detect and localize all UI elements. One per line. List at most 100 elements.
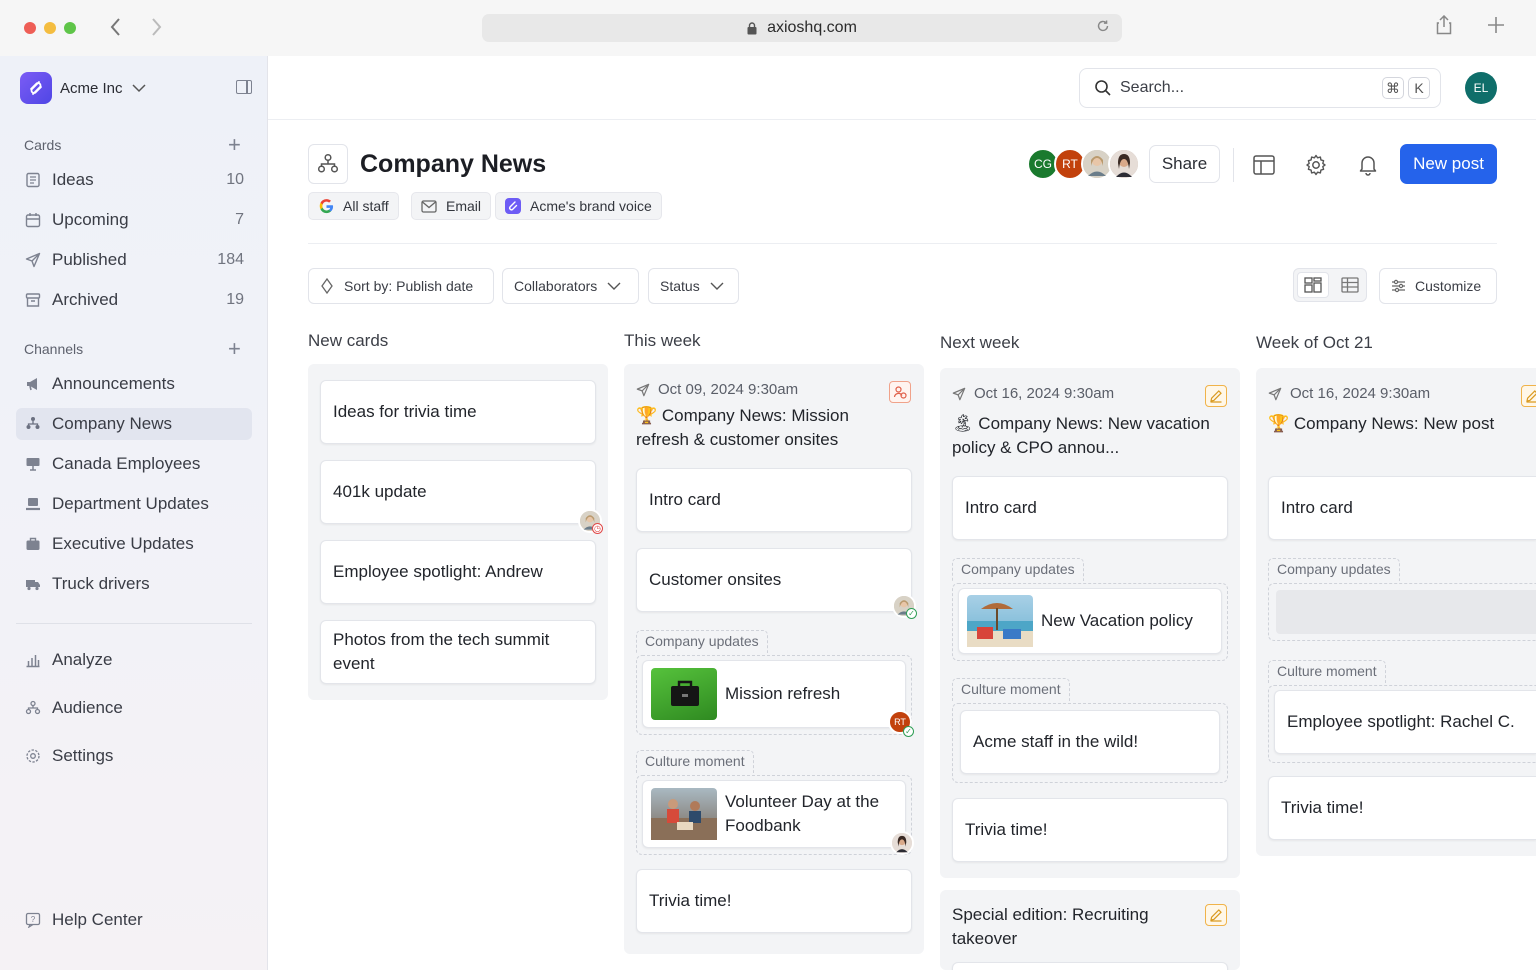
help-center-link[interactable]: ? Help Center xyxy=(16,904,252,936)
close-window-button[interactable] xyxy=(24,22,36,34)
assign-user-icon[interactable] xyxy=(889,381,911,403)
sidebar-item-upcoming[interactable]: Upcoming 7 xyxy=(16,204,252,236)
post-card[interactable]: Mission refresh xyxy=(642,660,906,728)
channels-section-title: Channels xyxy=(24,341,84,357)
table-view-icon[interactable] xyxy=(1334,272,1366,298)
back-icon[interactable] xyxy=(108,16,130,40)
edit-pencil-icon[interactable] xyxy=(1521,385,1536,407)
share-page-icon[interactable] xyxy=(1436,14,1452,42)
idea-card[interactable]: Employee spotlight: Andrew xyxy=(320,540,596,604)
post-card[interactable] xyxy=(952,962,1228,970)
post-card[interactable]: New Vacation policy xyxy=(958,588,1222,654)
post-card[interactable]: Volunteer Day at the Foodbank xyxy=(642,780,906,848)
briefcase-icon xyxy=(24,535,42,553)
sidebar-item-announcements[interactable]: Announcements xyxy=(16,368,252,400)
sidebar-item-truck-drivers[interactable]: Truck drivers xyxy=(16,568,252,600)
collaborator-photo-avatar[interactable] xyxy=(1108,148,1140,180)
gear-icon xyxy=(24,747,42,765)
sidebar-item-canada-employees[interactable]: Canada Employees xyxy=(16,448,252,480)
post-card[interactable]: Customer onsites xyxy=(636,548,912,612)
delivery-chip[interactable]: Email xyxy=(411,192,492,220)
post-card[interactable]: Acme staff in the wild! xyxy=(960,710,1220,774)
post-card-label: Volunteer Day at the Foodbank xyxy=(725,792,880,835)
customize-label: Customize xyxy=(1415,278,1482,294)
post-card-label: Mission refresh xyxy=(725,684,841,703)
post-title[interactable]: 🏆 Company News: Mission refresh & custom… xyxy=(636,404,896,452)
layout-icon[interactable] xyxy=(1251,152,1277,178)
group-label: Company updates xyxy=(952,558,1084,581)
sidebar-item-label: Announcements xyxy=(52,374,175,393)
post-card[interactable]: Trivia time! xyxy=(1268,776,1536,840)
sidebar-item-settings[interactable]: Settings xyxy=(16,740,252,772)
sidebar-item-executive-updates[interactable]: Executive Updates xyxy=(16,528,252,560)
post-title[interactable]: Special edition: Recruiting takeover xyxy=(952,903,1182,951)
post-card[interactable]: Intro card xyxy=(636,468,912,532)
forward-icon[interactable] xyxy=(150,16,172,40)
sidebar-item-count: 184 xyxy=(217,251,244,268)
edit-pencil-icon[interactable] xyxy=(1205,385,1227,407)
chevron-down-icon xyxy=(607,278,621,294)
idea-card[interactable]: Photos from the tech summit event xyxy=(320,620,596,684)
post-card[interactable]: Intro card xyxy=(952,476,1228,540)
url-bar[interactable]: axioshq.com xyxy=(482,14,1122,42)
post-card[interactable]: Trivia time! xyxy=(952,798,1228,862)
sidebar-item-ideas[interactable]: Ideas 10 xyxy=(16,164,252,196)
sort-dropdown[interactable]: Sort by: Publish date xyxy=(308,268,494,304)
post-title[interactable]: 🏝 Company News: New vacation policy & CP… xyxy=(952,412,1214,460)
status-filter[interactable]: Status xyxy=(648,268,739,304)
send-icon xyxy=(1268,387,1282,401)
idea-card[interactable]: Ideas for trivia time xyxy=(320,380,596,444)
maximize-window-button[interactable] xyxy=(64,22,76,34)
sidebar-item-analyze[interactable]: Analyze xyxy=(16,644,252,676)
chip-label: All staff xyxy=(343,198,389,214)
laptop-icon xyxy=(24,495,42,513)
brand-voice-chip[interactable]: Acme's brand voice xyxy=(495,192,662,220)
sidebar-item-department-updates[interactable]: Department Updates xyxy=(16,488,252,520)
svg-text:?: ? xyxy=(31,915,36,924)
idea-card[interactable]: 401k update xyxy=(320,460,596,524)
sidebar-item-archived[interactable]: Archived 19 xyxy=(16,284,252,316)
search-input[interactable]: Search... ⌘ K xyxy=(1079,68,1441,108)
sidebar-item-count: 7 xyxy=(235,211,244,228)
sidebar-item-count: 19 xyxy=(226,291,244,308)
user-avatar[interactable]: EL xyxy=(1465,72,1497,104)
settings-gear-icon[interactable] xyxy=(1303,152,1329,178)
shortcut-k-key: K xyxy=(1408,77,1430,99)
board-view-icon[interactable] xyxy=(1297,272,1329,298)
new-tab-icon[interactable] xyxy=(1486,14,1506,42)
minimize-window-button[interactable] xyxy=(44,22,56,34)
post-card[interactable]: Employee spotlight: Rachel C. xyxy=(1274,690,1536,754)
bell-icon[interactable] xyxy=(1355,152,1381,178)
sidebar-collapse-icon[interactable] xyxy=(236,80,252,94)
column-title-next-week: Next week xyxy=(940,333,1020,352)
search-icon xyxy=(1094,79,1112,97)
post-card-label: New Vacation policy xyxy=(1041,611,1193,630)
audience-chip[interactable]: All staff xyxy=(308,192,399,220)
edit-pencil-icon[interactable] xyxy=(1205,904,1227,926)
sidebar-item-company-news[interactable]: Company News xyxy=(16,408,252,440)
url-text: axioshq.com xyxy=(767,19,857,36)
column-title-new-cards: New cards xyxy=(308,331,389,350)
post-date: Oct 16, 2024 9:30am xyxy=(1290,385,1431,402)
sidebar-item-published[interactable]: Published 184 xyxy=(16,244,252,276)
sidebar-item-label: Analyze xyxy=(52,650,113,669)
workspace-switcher[interactable]: Acme Inc xyxy=(20,72,147,104)
card-assignee-avatar[interactable] xyxy=(890,831,914,855)
post-title[interactable]: 🏆 Company News: New post xyxy=(1268,412,1530,436)
collaborators-filter[interactable]: Collaborators xyxy=(502,268,639,304)
new-post-button[interactable]: New post xyxy=(1400,144,1497,184)
sidebar-item-audience[interactable]: Audience xyxy=(16,692,252,724)
group-label: Culture moment xyxy=(952,678,1070,701)
customize-button[interactable]: Customize xyxy=(1379,268,1497,304)
sliders-icon xyxy=(1391,279,1406,293)
reload-icon[interactable] xyxy=(1096,19,1110,37)
sidebar-item-label: Ideas xyxy=(52,170,94,189)
sidebar-item-label: Company News xyxy=(52,414,172,433)
calendar-icon xyxy=(24,211,42,229)
add-channel-icon[interactable]: + xyxy=(228,338,241,360)
approved-check-icon: ✓ xyxy=(903,726,914,737)
add-card-icon[interactable]: + xyxy=(228,134,241,156)
post-card[interactable]: Trivia time! xyxy=(636,869,912,933)
share-button[interactable]: Share xyxy=(1149,145,1220,183)
post-card[interactable]: Intro card xyxy=(1268,476,1536,540)
